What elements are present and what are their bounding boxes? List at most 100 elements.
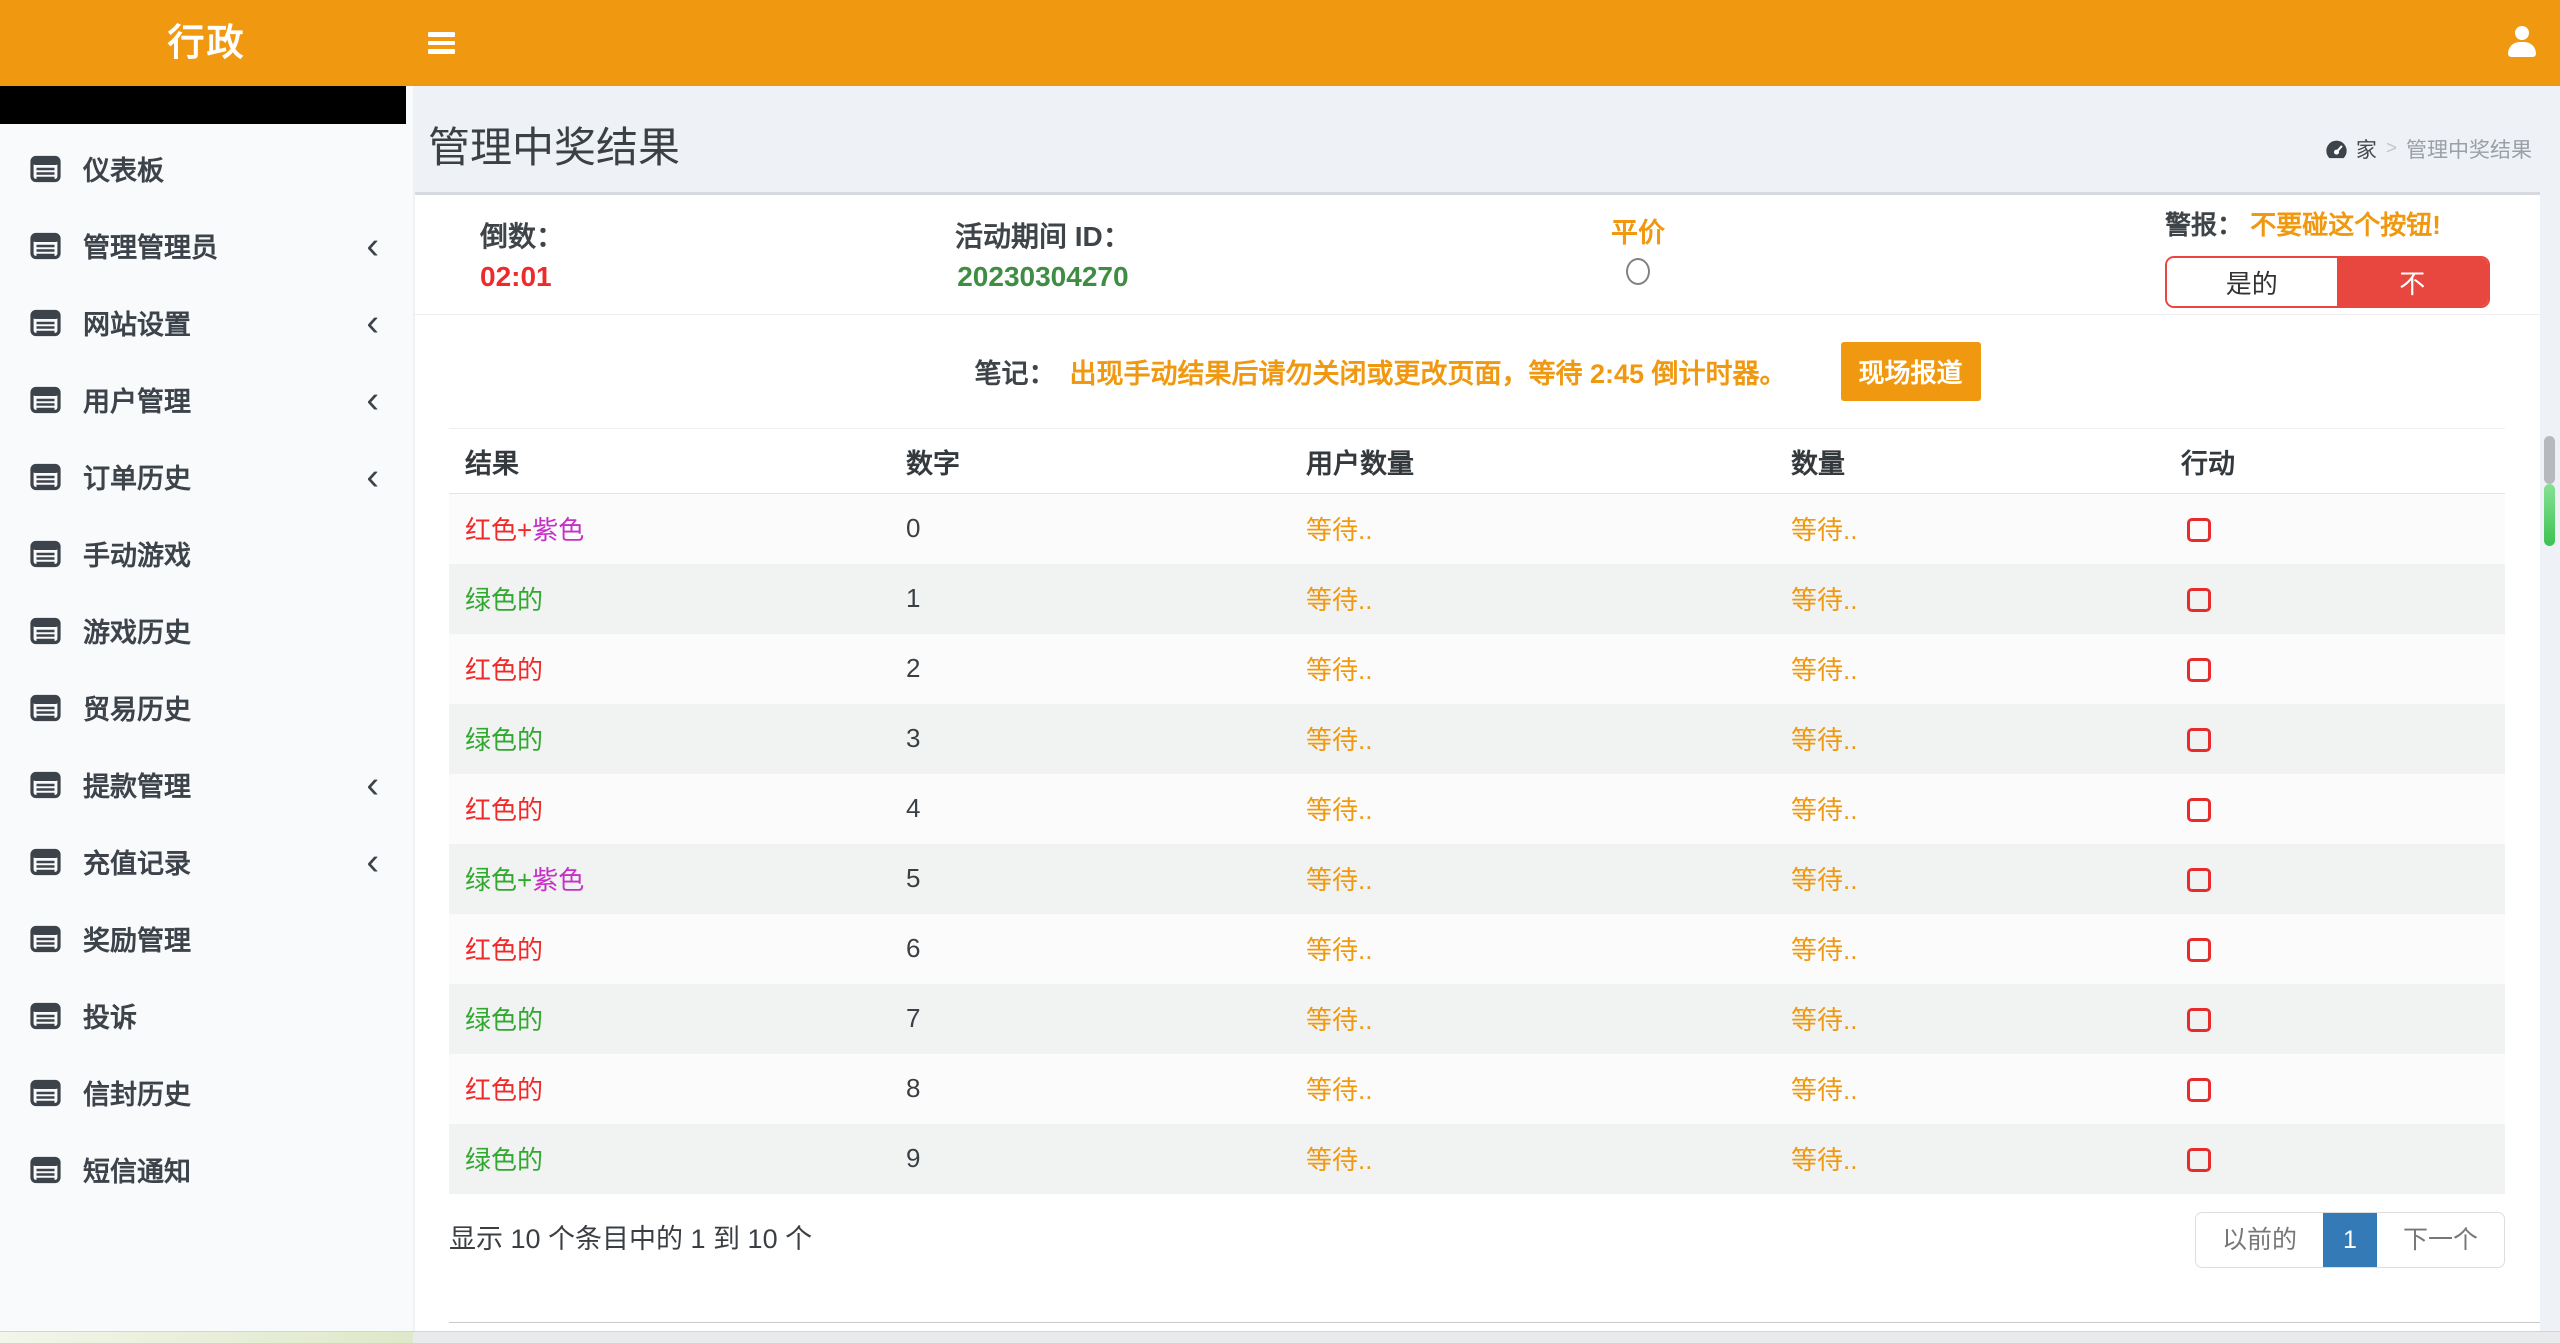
breadcrumb: 家 > 管理中奖结果 xyxy=(2325,134,2532,164)
column-header: 数量 xyxy=(1775,429,2165,494)
period-id-value: 20230304270 xyxy=(955,261,1131,293)
number-cell: 3 xyxy=(890,704,1290,774)
list-icon xyxy=(30,617,61,645)
action-checkbox[interactable] xyxy=(2187,658,2211,682)
sidebar-item-label: 奖励管理 xyxy=(83,919,191,958)
vertical-scrollbar[interactable] xyxy=(2544,436,2555,546)
list-icon xyxy=(30,1156,61,1184)
table-row: 红色+紫色0等待..等待.. xyxy=(449,494,2505,564)
action-checkbox[interactable] xyxy=(2187,728,2211,752)
sidebar-item-envelope-history[interactable]: 信封历史 xyxy=(0,1054,413,1131)
pending-text: 等待.. xyxy=(1306,1145,1372,1175)
countdown-block: 倒数： 02:01 xyxy=(480,215,564,293)
column-header: 结果 xyxy=(449,429,890,494)
result-cell: 绿色+紫色 xyxy=(449,844,890,914)
result-cell: 红色的 xyxy=(449,774,890,844)
action-cell xyxy=(2165,1124,2505,1194)
table-row: 红色的2等待..等待.. xyxy=(449,634,2505,704)
note-text: 出现手动结果后请勿关闭或更改页面，等待 2:45 倒计时器。 xyxy=(1069,352,1786,391)
user-count-cell: 等待.. xyxy=(1290,494,1775,564)
list-icon xyxy=(30,540,61,568)
action-cell xyxy=(2165,774,2505,844)
pagination-previous[interactable]: 以前的 xyxy=(2196,1213,2323,1267)
table-footer: 显示 10 个条目中的 1 到 10 个 以前的 1 下一个 xyxy=(449,1212,2505,1282)
sidebar-item-label: 信封历史 xyxy=(83,1073,191,1112)
alert-block: 警报： 不要碰这个按钮! 是的 不 xyxy=(2165,205,2510,308)
sidebar-item-reward-management[interactable]: 奖励管理 xyxy=(0,900,413,977)
action-checkbox[interactable] xyxy=(2187,518,2211,542)
sidebar-item-label: 提款管理 xyxy=(83,765,191,804)
hamburger-menu-icon[interactable] xyxy=(428,28,458,58)
sidebar-item-manual-game[interactable]: 手动游戏 xyxy=(0,515,413,592)
user-count-cell: 等待.. xyxy=(1290,1124,1775,1194)
sidebar-item-admin-management[interactable]: 管理管理员‹ xyxy=(0,207,413,284)
content-header: 管理中奖结果 家 > 管理中奖结果 xyxy=(413,86,2560,192)
horizontal-scrollbar-thumb[interactable] xyxy=(0,1332,413,1343)
action-checkbox[interactable] xyxy=(2187,868,2211,892)
user-icon-body xyxy=(2508,42,2536,57)
parity-radio[interactable] xyxy=(1626,258,1650,285)
live-report-button[interactable]: 现场报道 xyxy=(1841,342,1981,401)
horizontal-scrollbar[interactable] xyxy=(0,1331,2560,1343)
action-checkbox[interactable] xyxy=(2187,798,2211,822)
action-checkbox[interactable] xyxy=(2187,1078,2211,1102)
pending-text: 等待.. xyxy=(1791,655,1857,685)
pagination-page-1[interactable]: 1 xyxy=(2323,1213,2377,1267)
sidebar-item-sms-notification[interactable]: 短信通知 xyxy=(0,1131,413,1208)
action-checkbox[interactable] xyxy=(2187,1148,2211,1172)
sidebar-item-complaints[interactable]: 投诉 xyxy=(0,977,413,1054)
parity-label: 平价 xyxy=(1583,211,1693,250)
list-icon xyxy=(30,309,61,337)
amount-cell: 等待.. xyxy=(1775,914,2165,984)
sidebar-item-trade-history[interactable]: 贸易历史 xyxy=(0,669,413,746)
vertical-scrollbar-thumb[interactable] xyxy=(2544,436,2555,484)
list-icon xyxy=(30,848,61,876)
user-count-cell: 等待.. xyxy=(1290,984,1775,1054)
action-cell xyxy=(2165,494,2505,564)
number-cell: 8 xyxy=(890,1054,1290,1124)
sidebar-item-recharge-records[interactable]: 充值记录‹ xyxy=(0,823,413,900)
sidebar-item-user-management[interactable]: 用户管理‹ xyxy=(0,361,413,438)
sidebar-item-game-history[interactable]: 游戏历史 xyxy=(0,592,413,669)
table-row: 红色的6等待..等待.. xyxy=(449,914,2505,984)
sidebar-item-site-settings[interactable]: 网站设置‹ xyxy=(0,284,413,361)
sidebar-item-label: 用户管理 xyxy=(83,380,191,419)
sidebar-item-label: 管理管理员 xyxy=(83,226,218,265)
result-cell: 绿色的 xyxy=(449,704,890,774)
sidebar-item-order-history[interactable]: 订单历史‹ xyxy=(0,438,413,515)
sidebar-item-dashboard[interactable]: 仪表板 xyxy=(0,130,413,207)
list-icon xyxy=(30,925,61,953)
user-icon-head xyxy=(2515,26,2529,40)
amount-cell: 等待.. xyxy=(1775,634,2165,704)
pagination-next[interactable]: 下一个 xyxy=(2377,1213,2504,1267)
result-text: 绿色的 xyxy=(465,1005,543,1035)
parity-block: 平价 xyxy=(1583,211,1693,290)
sidebar-item-label: 投诉 xyxy=(83,996,137,1035)
amount-cell: 等待.. xyxy=(1775,774,2165,844)
pending-text: 等待.. xyxy=(1791,1145,1857,1175)
action-checkbox[interactable] xyxy=(2187,588,2211,612)
vertical-scrollbar-highlight[interactable] xyxy=(2544,484,2555,546)
sidebar-item-label: 充值记录 xyxy=(83,842,191,881)
sidebar-item-withdrawal-management[interactable]: 提款管理‹ xyxy=(0,746,413,823)
list-icon xyxy=(30,463,61,491)
table-row: 红色的8等待..等待.. xyxy=(449,1054,2505,1124)
result-text: 绿色的 xyxy=(465,725,543,755)
panel-bottom-divider xyxy=(449,1322,2540,1323)
note-label: 笔记： xyxy=(974,352,1055,391)
breadcrumb-separator: > xyxy=(2386,138,2397,160)
table-row: 红色的4等待..等待.. xyxy=(449,774,2505,844)
no-button[interactable]: 不 xyxy=(2337,258,2488,306)
action-checkbox[interactable] xyxy=(2187,938,2211,962)
content-area: 管理中奖结果 家 > 管理中奖结果 倒数： 02:01 xyxy=(413,86,2560,1343)
list-icon xyxy=(30,232,61,260)
breadcrumb-home[interactable]: 家 xyxy=(2325,134,2377,164)
list-icon xyxy=(30,155,61,183)
result-text: 红色的 xyxy=(465,935,543,965)
yes-button[interactable]: 是的 xyxy=(2167,258,2337,306)
user-icon[interactable] xyxy=(2500,22,2544,66)
action-checkbox[interactable] xyxy=(2187,1008,2211,1032)
sidebar-item-label: 订单历史 xyxy=(83,457,191,496)
pending-text: 等待.. xyxy=(1791,865,1857,895)
pending-text: 等待.. xyxy=(1791,1005,1857,1035)
